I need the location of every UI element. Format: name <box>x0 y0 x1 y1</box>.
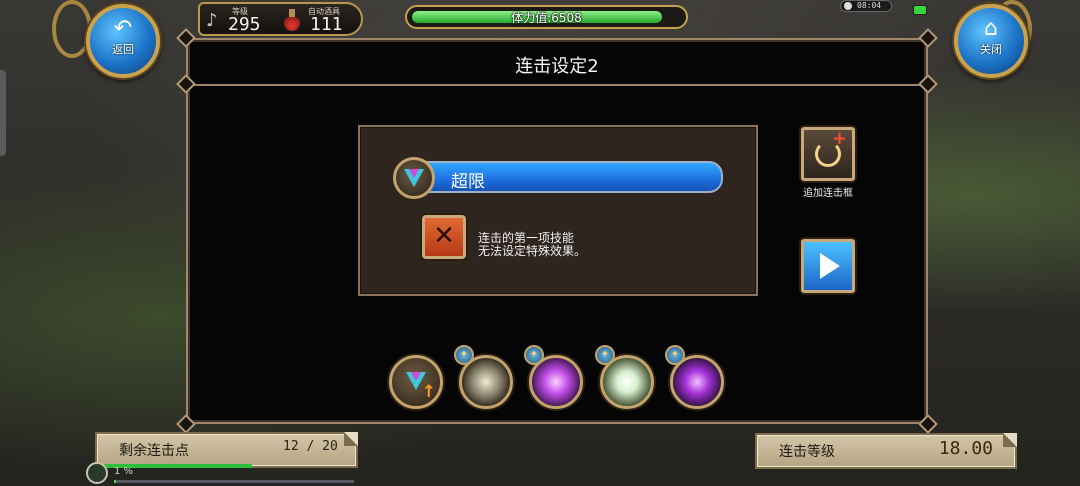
combo-level-value: 18.00 <box>938 438 993 459</box>
skill-level-badge-icon: ✦ <box>524 345 544 365</box>
combo-level-label: 连击等级 <box>779 444 835 460</box>
potion-icon <box>282 9 302 33</box>
skill-detail-box: 超限 ✕ 连击的第一项技能 无法设定特殊效果。 <box>358 125 758 296</box>
upgrade-arrow-icon: ↑ <box>421 382 436 402</box>
plus-icon: + <box>832 128 848 149</box>
panel-title: 连击设定2 <box>515 56 599 77</box>
exp-percent: 1 % <box>114 466 134 477</box>
screen-edge-handle <box>0 70 6 156</box>
stamina-text: 体力值:6508 <box>511 11 582 25</box>
remaining-points-label: 剩余连击点 <box>119 443 189 459</box>
level-icon: ♪ <box>206 10 218 31</box>
warning-line-2: 无法设定特殊效果。 <box>478 244 587 258</box>
panel-header: 连击设定2 <box>188 40 926 86</box>
stamina-bar: 体力值:6508 <box>405 5 688 29</box>
skill-name: 超限 <box>451 172 485 192</box>
play-icon <box>820 253 840 279</box>
prism-skill-icon <box>393 157 435 199</box>
close-button[interactable]: ⌂ 关闭 <box>954 4 1028 78</box>
home-icon: ⌂ <box>984 16 998 41</box>
exp-ring-icon <box>86 462 108 484</box>
back-arrow-icon: ↶ <box>113 16 133 41</box>
remaining-points-value: 12 / 20 <box>283 439 338 454</box>
player-stats-hud: ♪ 等级 295 自动酒具 111 <box>198 2 363 36</box>
add-combo-frame-button[interactable]: + <box>801 127 855 181</box>
battery-icon <box>913 5 927 15</box>
skill-slot-1[interactable]: ↑ <box>389 355 443 409</box>
clock: 08:04 <box>840 0 892 12</box>
combo-settings-panel: 连击设定2 超限 ✕ 连击的第一项技能 无法设定特殊效果。 + 追加连击框 ↑ … <box>176 28 938 434</box>
auto-potion-value: 111 <box>310 14 343 35</box>
panel-fold-corner <box>1003 433 1017 447</box>
back-button[interactable]: ↶ 返回 <box>86 4 160 78</box>
play-button[interactable] <box>801 239 855 293</box>
experience-strip: 1 % <box>86 462 366 486</box>
combo-level-panel: 连击等级 18.00 <box>755 433 1017 469</box>
skill-level-badge-icon: ✦ <box>454 345 474 365</box>
back-button-label: 返回 <box>112 43 134 56</box>
add-combo-frame-label: 追加连击框 <box>803 188 853 199</box>
no-effect-x-icon: ✕ <box>422 215 466 259</box>
skill-select-bar[interactable]: 超限 <box>405 161 723 193</box>
skill-level-badge-icon: ✦ <box>595 345 615 365</box>
exp-bar <box>114 480 354 483</box>
close-button-label: 关闭 <box>980 43 1002 56</box>
panel-fold-corner <box>344 432 358 446</box>
first-skill-warning: 连击的第一项技能 无法设定特殊效果。 <box>478 232 586 258</box>
level-value: 295 <box>228 14 261 35</box>
skill-level-badge-icon: ✦ <box>665 345 685 365</box>
